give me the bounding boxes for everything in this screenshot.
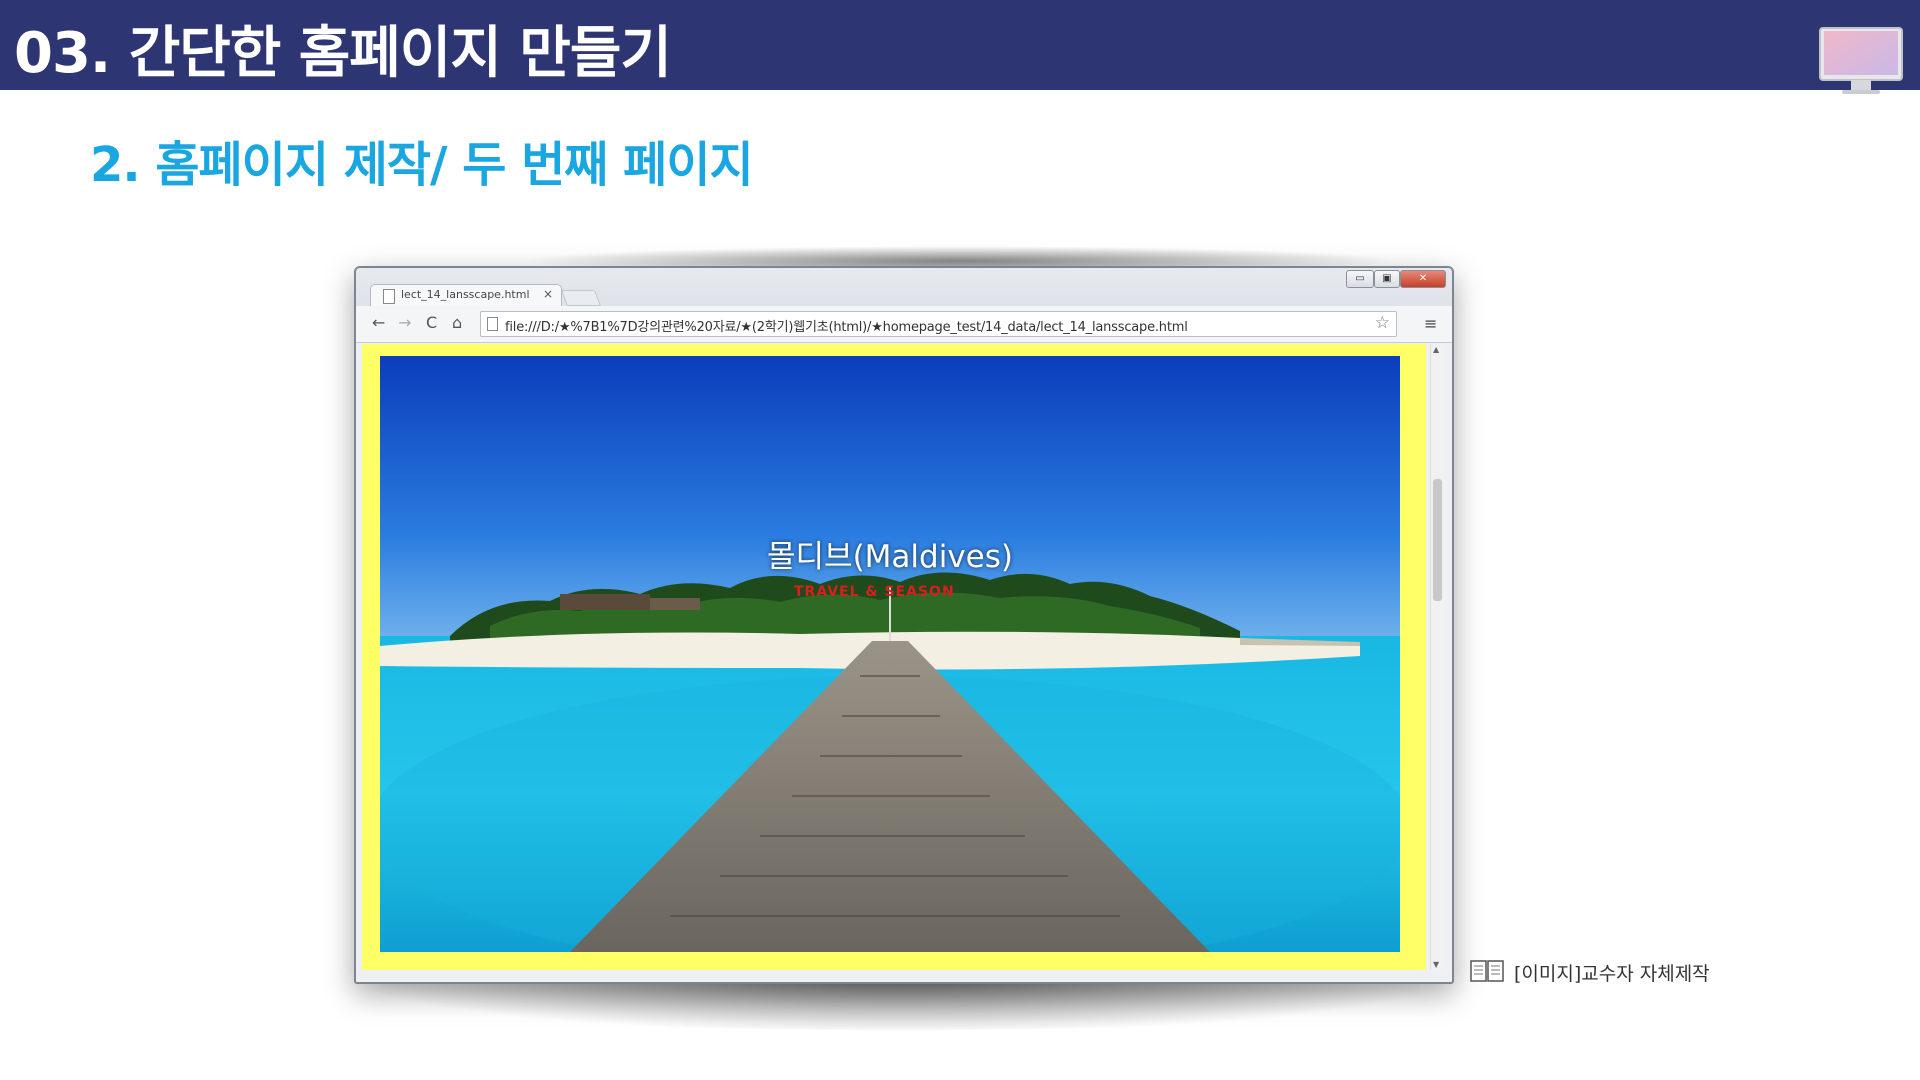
page-viewport: 몰디브(Maldives) TRAVEL & SEASON (362, 344, 1426, 970)
close-button[interactable]: ✕ (1400, 270, 1446, 288)
tab-title: lect_14_lansscape.html (401, 288, 530, 301)
scroll-down-icon[interactable]: ▼ (1433, 960, 1439, 969)
scroll-thumb[interactable] (1433, 479, 1442, 601)
section-subtitle: 2. 홈페이지 제작/ 두 번째 페이지 (90, 137, 754, 193)
tab-close-icon[interactable]: × (543, 287, 553, 301)
address-bar[interactable]: file:///D:/★%7B1%7D강의관련%20자료/★(2학기)웹기초(h… (480, 311, 1397, 337)
page-heading: 몰디브(Maldives) (767, 539, 1013, 575)
tab-strip: lect_14_lansscape.html × ▭ ▣ ✕ (356, 268, 1452, 307)
book-icon (1470, 960, 1504, 982)
landscape-illustration (380, 356, 1400, 952)
browser-toolbar: ← → C ⌂ file:///D:/★%7B1%7D강의관련%20자료/★(2… (356, 306, 1452, 343)
new-tab-button[interactable] (561, 290, 601, 306)
browser-window: lect_14_lansscape.html × ▭ ▣ ✕ ← → C ⌂ f… (354, 266, 1454, 984)
forward-icon[interactable]: → (398, 313, 411, 332)
page-title: 03. 간단한 홈페이지 만들기 (14, 21, 672, 86)
header-bar: 03. 간단한 홈페이지 만들기 (0, 0, 1920, 94)
menu-icon[interactable]: ≡ (1424, 314, 1437, 333)
maldives-image: 몰디브(Maldives) TRAVEL & SEASON (380, 356, 1400, 952)
back-icon[interactable]: ← (372, 313, 385, 332)
maximize-button[interactable]: ▣ (1374, 270, 1400, 288)
minimize-button[interactable]: ▭ (1346, 270, 1374, 288)
document-icon (383, 289, 395, 304)
home-icon[interactable]: ⌂ (452, 313, 462, 332)
monitor-icon (1819, 27, 1903, 94)
scroll-up-icon[interactable]: ▲ (1433, 345, 1439, 354)
page-icon (487, 317, 498, 331)
bookmark-star-icon[interactable]: ☆ (1375, 313, 1390, 333)
caption-text: [이미지]교수자 자체제작 (1514, 963, 1710, 985)
vertical-scrollbar[interactable]: ▲ ▼ (1430, 344, 1445, 970)
url-text[interactable]: file:///D:/★%7B1%7D강의관련%20자료/★(2학기)웹기초(h… (505, 316, 1188, 335)
browser-tab[interactable]: lect_14_lansscape.html × (370, 284, 562, 307)
page-subtext: TRAVEL & SEASON (794, 584, 955, 600)
reload-icon[interactable]: C (426, 313, 437, 332)
